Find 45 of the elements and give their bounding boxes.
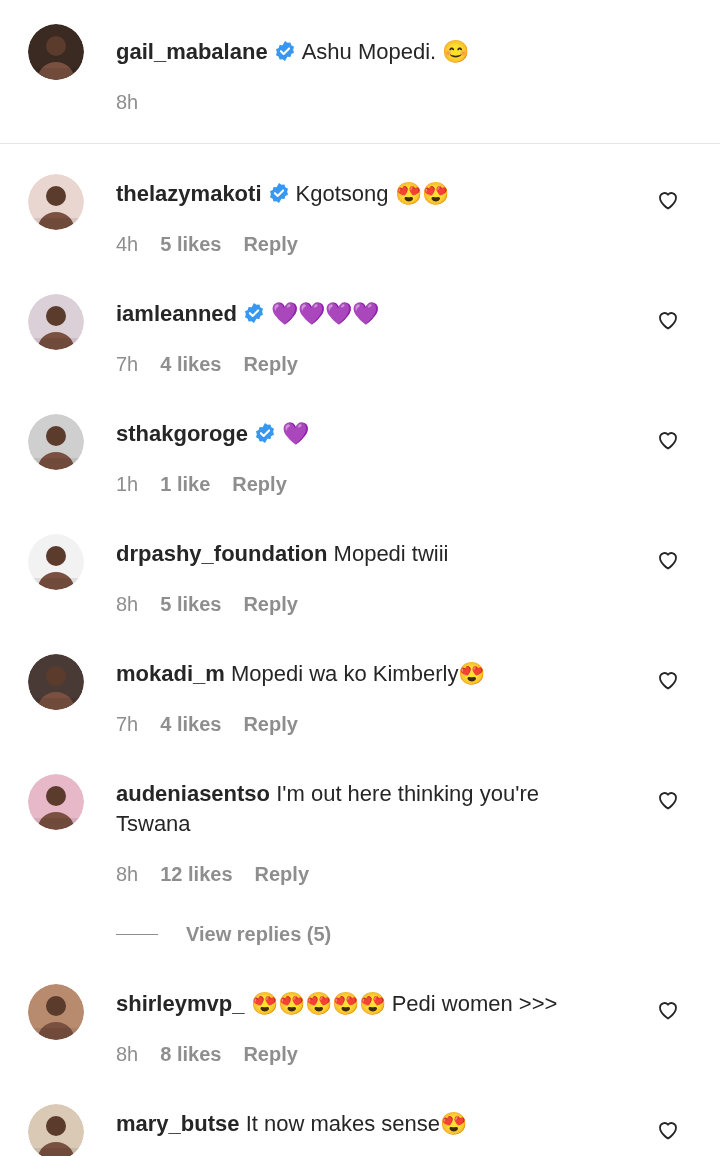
comment-time: 8h bbox=[116, 1042, 139, 1067]
reply-button[interactable]: Reply bbox=[254, 859, 309, 889]
likes-count[interactable]: 1 like bbox=[160, 469, 211, 499]
likes-count[interactable]: 5 likes bbox=[160, 589, 222, 619]
username-link[interactable]: iamleanned bbox=[116, 301, 238, 326]
comment-text: iamleanned 💜💜💜💜 bbox=[116, 300, 381, 328]
comment-time: 7h bbox=[116, 712, 139, 737]
reply-button[interactable]: Reply bbox=[243, 349, 298, 379]
comment-text: thelazymakoti Kgotsong 😍😍 bbox=[116, 180, 450, 208]
likes-count[interactable]: 4 likes bbox=[160, 349, 222, 379]
comment-text: mokadi_m Mopedi wa ko Kimberly😍 bbox=[116, 660, 487, 688]
reply-button[interactable]: Reply bbox=[243, 589, 298, 619]
comment-time: 7h bbox=[116, 352, 139, 377]
comment-text: shirleymvp_ 😍😍😍😍😍 Pedi women >>> bbox=[116, 990, 559, 1018]
likes-count[interactable]: 4 likes bbox=[160, 709, 222, 739]
likes-count[interactable]: 5 likes bbox=[160, 229, 222, 259]
username-link[interactable]: audeniasentso bbox=[116, 781, 271, 806]
reply-button[interactable]: Reply bbox=[243, 1039, 298, 1069]
comment-text: mary_butse It now makes sense😍 bbox=[116, 1110, 469, 1138]
reply-button[interactable]: Reply bbox=[243, 709, 298, 739]
comment-text: sthakgoroge 💜 bbox=[116, 420, 311, 448]
verified-badge-icon bbox=[273, 40, 296, 62]
likes-count[interactable]: 8 likes bbox=[160, 1039, 222, 1069]
comment-text: gail_mabalane Ashu Mopedi. 😊 bbox=[116, 38, 470, 66]
verified-badge-icon bbox=[243, 302, 266, 324]
verified-badge-icon bbox=[254, 422, 277, 444]
reply-button[interactable]: Reply bbox=[243, 229, 298, 259]
comment-text: drpashy_foundation Mopedi twiii bbox=[116, 540, 450, 568]
comment-time: 1h bbox=[116, 472, 139, 497]
comment-time: 8h bbox=[116, 91, 139, 113]
username-link[interactable]: thelazymakoti bbox=[116, 181, 262, 206]
username-link[interactable]: sthakgoroge bbox=[116, 421, 249, 446]
username-link[interactable]: mary_butse bbox=[116, 1111, 240, 1136]
username-link[interactable]: drpashy_foundation bbox=[116, 541, 328, 566]
username-link[interactable]: gail_mabalane bbox=[116, 39, 268, 64]
comment-time: 4h bbox=[116, 232, 139, 257]
comment-time: 8h bbox=[116, 862, 139, 887]
username-link[interactable]: shirleymvp_ bbox=[116, 991, 245, 1016]
username-link[interactable]: mokadi_m bbox=[116, 661, 225, 686]
likes-count[interactable]: 12 likes bbox=[160, 859, 233, 889]
verified-badge-icon bbox=[267, 182, 290, 204]
comment-time: 8h bbox=[116, 592, 139, 617]
view-replies-button[interactable]: View replies (5) bbox=[186, 919, 332, 949]
reply-button[interactable]: Reply bbox=[232, 469, 287, 499]
comment-text: audeniasentso I'm out here thinking you're Tswana bbox=[116, 780, 540, 838]
